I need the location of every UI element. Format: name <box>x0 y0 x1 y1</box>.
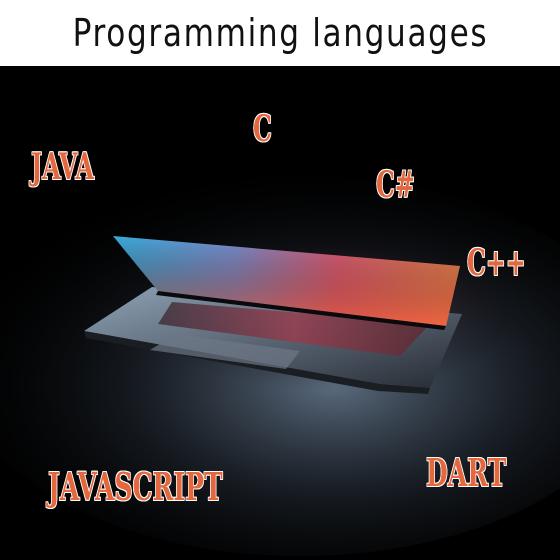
language-label-dart: DART <box>426 450 507 495</box>
language-label-javascript: JAVASCRIPT <box>48 464 223 509</box>
page-title: Programming languages <box>72 11 488 55</box>
language-label-java: JAVA <box>31 146 94 188</box>
language-label-c: C <box>253 108 272 150</box>
laptop-scene: JAVA C C# C++ JAVASCRIPT DART <box>0 66 560 560</box>
language-label-cpp: C++ <box>467 242 526 284</box>
title-bar: Programming languages <box>0 0 560 66</box>
language-label-csharp: C# <box>376 164 415 206</box>
poster: Programming languages JAVA C C# C++ JAVA… <box>0 0 560 560</box>
